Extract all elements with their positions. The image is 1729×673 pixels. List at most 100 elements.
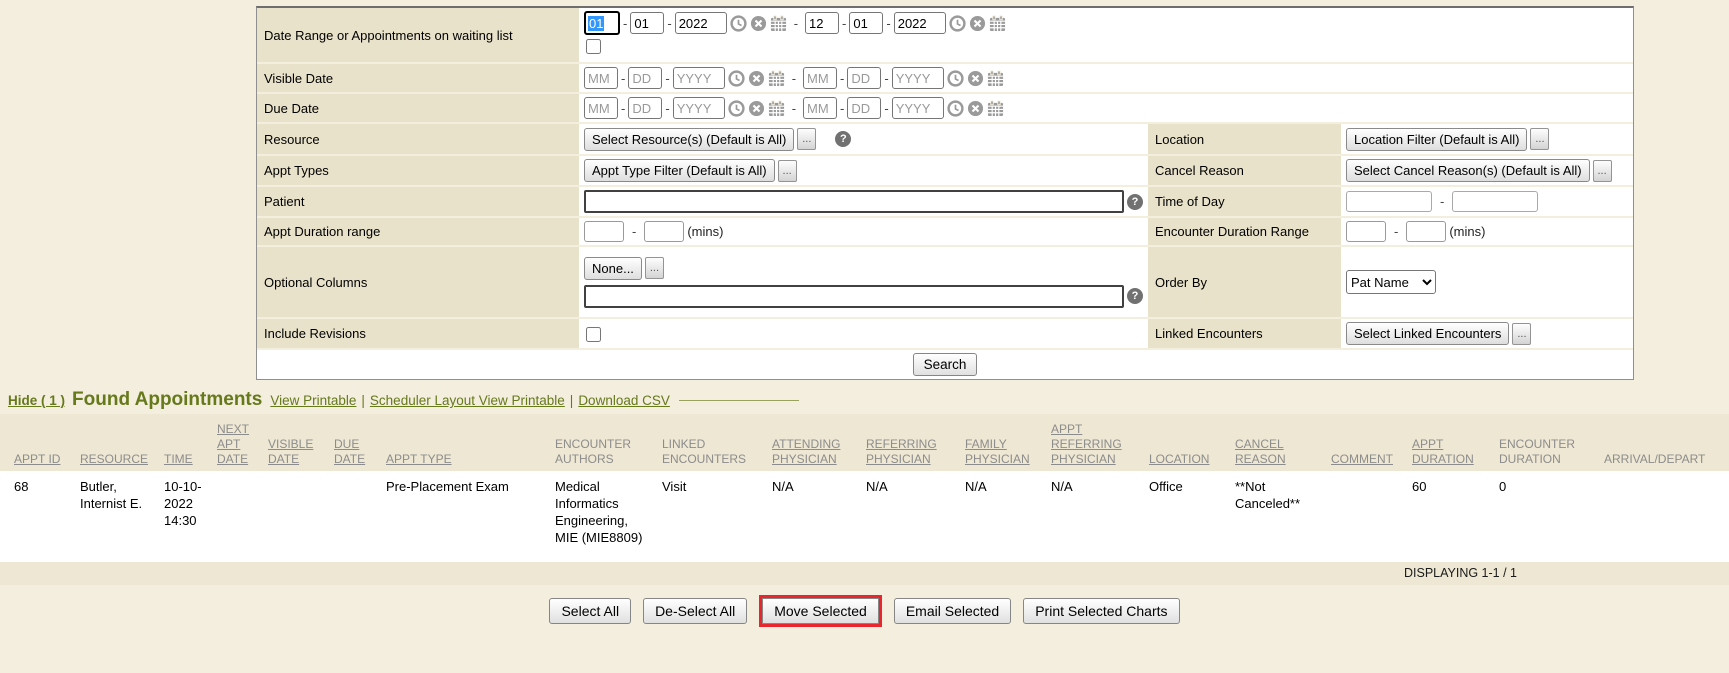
col-header-visible-date[interactable]: VISIBLE DATE xyxy=(268,437,313,466)
linked-encounters-more-button[interactable]: ... xyxy=(1512,323,1531,345)
appt-duration-max-input[interactable] xyxy=(644,221,684,242)
col-header-appt-duration[interactable]: APPT DURATION xyxy=(1412,437,1474,466)
clock-icon[interactable] xyxy=(728,70,745,87)
order-by-select[interactable]: Pat Name xyxy=(1346,270,1436,294)
optional-columns-input-line: ? xyxy=(584,285,1143,308)
col-header-arrival-depart: ARRIVAL/DEPART xyxy=(1604,452,1705,466)
location-filter-button[interactable]: Location Filter (Default is All) xyxy=(1346,128,1527,151)
encounter-duration-min-input[interactable] xyxy=(1346,221,1386,242)
col-header-time[interactable]: TIME xyxy=(164,452,193,466)
time-of-day-label: Time of Day xyxy=(1148,187,1341,216)
download-csv-link[interactable]: Download CSV xyxy=(578,393,670,408)
print-selected-charts-button[interactable]: Print Selected Charts xyxy=(1023,598,1179,624)
search-button[interactable]: Search xyxy=(913,353,978,376)
due-date-start-month-input[interactable] xyxy=(584,97,618,119)
date-range-end-year-input[interactable] xyxy=(894,12,946,34)
appt-duration-min-input[interactable] xyxy=(584,221,624,242)
help-icon[interactable]: ? xyxy=(1127,288,1143,304)
optional-columns-more-button[interactable]: ... xyxy=(645,257,664,279)
include-revisions-checkbox[interactable] xyxy=(586,327,601,342)
visible-date-end-day-input[interactable] xyxy=(847,67,881,89)
time-of-day-start-input[interactable] xyxy=(1346,191,1432,212)
dash-separator: - xyxy=(665,71,669,86)
cancel-reason-more-button[interactable]: ... xyxy=(1593,160,1612,182)
calendar-icon[interactable] xyxy=(987,70,1004,87)
cancel-reason-select-button[interactable]: Select Cancel Reason(s) (Default is All) xyxy=(1346,159,1590,182)
clear-icon[interactable] xyxy=(969,15,986,32)
clear-icon[interactable] xyxy=(748,100,765,117)
visible-date-end-month-input[interactable] xyxy=(803,67,837,89)
appt-type-more-button[interactable]: ... xyxy=(778,160,797,182)
col-header-due-date[interactable]: DUE DATE xyxy=(334,437,365,466)
view-printable-link[interactable]: View Printable xyxy=(270,393,356,408)
visible-date-start-year-input[interactable] xyxy=(673,67,725,89)
deselect-all-button[interactable]: De-Select All xyxy=(643,598,747,624)
col-header-referring-physician[interactable]: REFERRING PHYSICIAN xyxy=(866,437,937,466)
col-header-attending-physician[interactable]: ATTENDING PHYSICIAN xyxy=(772,437,840,466)
location-more-button[interactable]: ... xyxy=(1530,128,1549,150)
col-header-appt-referring-physician[interactable]: APPT REFERRING PHYSICIAN xyxy=(1051,422,1122,466)
due-date-end-month-input[interactable] xyxy=(803,97,837,119)
appointment-search-form: Date Range or Appointments on waiting li… xyxy=(256,6,1634,380)
due-date-end-year-input[interactable] xyxy=(892,97,944,119)
clock-icon[interactable] xyxy=(728,100,745,117)
col-header-cancel-reason[interactable]: CANCEL REASON xyxy=(1235,437,1286,466)
table-body: 68 Butler, Internist E. 10-10-2022 14:30… xyxy=(0,471,1729,546)
encounter-duration-max-input[interactable] xyxy=(1406,221,1446,242)
time-of-day-end-input[interactable] xyxy=(1452,191,1538,212)
scheduler-layout-view-printable-link[interactable]: Scheduler Layout View Printable xyxy=(370,393,565,408)
date-range-start-month-input[interactable]: 01 xyxy=(584,11,620,35)
col-header-comment[interactable]: COMMENT xyxy=(1331,452,1393,466)
optional-columns-none-button[interactable]: None... xyxy=(584,257,642,280)
clock-icon[interactable] xyxy=(947,100,964,117)
clear-icon[interactable] xyxy=(750,15,767,32)
move-selected-button[interactable]: Move Selected xyxy=(762,598,879,624)
optional-columns-input[interactable] xyxy=(584,285,1124,308)
hide-results-link[interactable]: Hide ( 1 ) xyxy=(8,393,65,408)
col-header-next-apt-date[interactable]: NEXT APT DATE xyxy=(217,422,249,466)
clear-icon[interactable] xyxy=(967,70,984,87)
visible-date-end-year-input[interactable] xyxy=(892,67,944,89)
select-all-button[interactable]: Select All xyxy=(549,598,631,624)
date-range-end-day-input[interactable] xyxy=(849,12,883,34)
pipe-separator: | xyxy=(361,393,365,408)
clock-icon[interactable] xyxy=(949,15,966,32)
visible-date-start-day-input[interactable] xyxy=(628,67,662,89)
waiting-list-checkbox[interactable] xyxy=(586,39,601,54)
col-header-resource[interactable]: RESOURCE xyxy=(80,452,148,466)
date-range-start-day-input[interactable] xyxy=(630,12,664,34)
form-row-patient-timeofday: Patient ? Time of Day - xyxy=(257,185,1633,216)
help-icon[interactable]: ? xyxy=(835,131,851,147)
patient-input[interactable] xyxy=(584,190,1124,213)
col-header-location[interactable]: LOCATION xyxy=(1149,452,1209,466)
linked-encounters-field: Select Linked Encounters ... xyxy=(1341,319,1633,348)
appt-type-filter-button[interactable]: Appt Type Filter (Default is All) xyxy=(584,159,775,182)
resource-select-button[interactable]: Select Resource(s) (Default is All) xyxy=(584,128,794,151)
results-area: APPT ID RESOURCE TIME NEXT APT DATE VISI… xyxy=(0,414,1729,562)
col-header-appt-id[interactable]: APPT ID xyxy=(14,452,60,466)
visible-date-start-month-input[interactable] xyxy=(584,67,618,89)
calendar-icon[interactable] xyxy=(768,70,785,87)
calendar-icon[interactable] xyxy=(989,15,1006,32)
calendar-icon[interactable] xyxy=(987,100,1004,117)
col-header-family-physician[interactable]: FAMILY PHYSICIAN xyxy=(965,437,1030,466)
col-header-appt-type[interactable]: APPT TYPE xyxy=(386,452,452,466)
include-revisions-field xyxy=(579,319,1148,348)
clear-icon[interactable] xyxy=(748,70,765,87)
date-range-end-month-input[interactable] xyxy=(805,12,839,34)
calendar-icon[interactable] xyxy=(770,15,787,32)
resource-more-button[interactable]: ... xyxy=(797,128,816,150)
due-date-end-day-input[interactable] xyxy=(847,97,881,119)
calendar-icon[interactable] xyxy=(768,100,785,117)
due-date-start-year-input[interactable] xyxy=(673,97,725,119)
date-range-start-year-input[interactable] xyxy=(675,12,727,34)
clear-icon[interactable] xyxy=(967,100,984,117)
due-date-start-day-input[interactable] xyxy=(628,97,662,119)
appointment-row[interactable]: 68 Butler, Internist E. 10-10-2022 14:30… xyxy=(0,471,1729,546)
clock-icon[interactable] xyxy=(947,70,964,87)
email-selected-button[interactable]: Email Selected xyxy=(894,598,1011,624)
pipe-separator: | xyxy=(570,393,574,408)
clock-icon[interactable] xyxy=(730,15,747,32)
help-icon[interactable]: ? xyxy=(1127,194,1143,210)
linked-encounters-select-button[interactable]: Select Linked Encounters xyxy=(1346,322,1509,345)
